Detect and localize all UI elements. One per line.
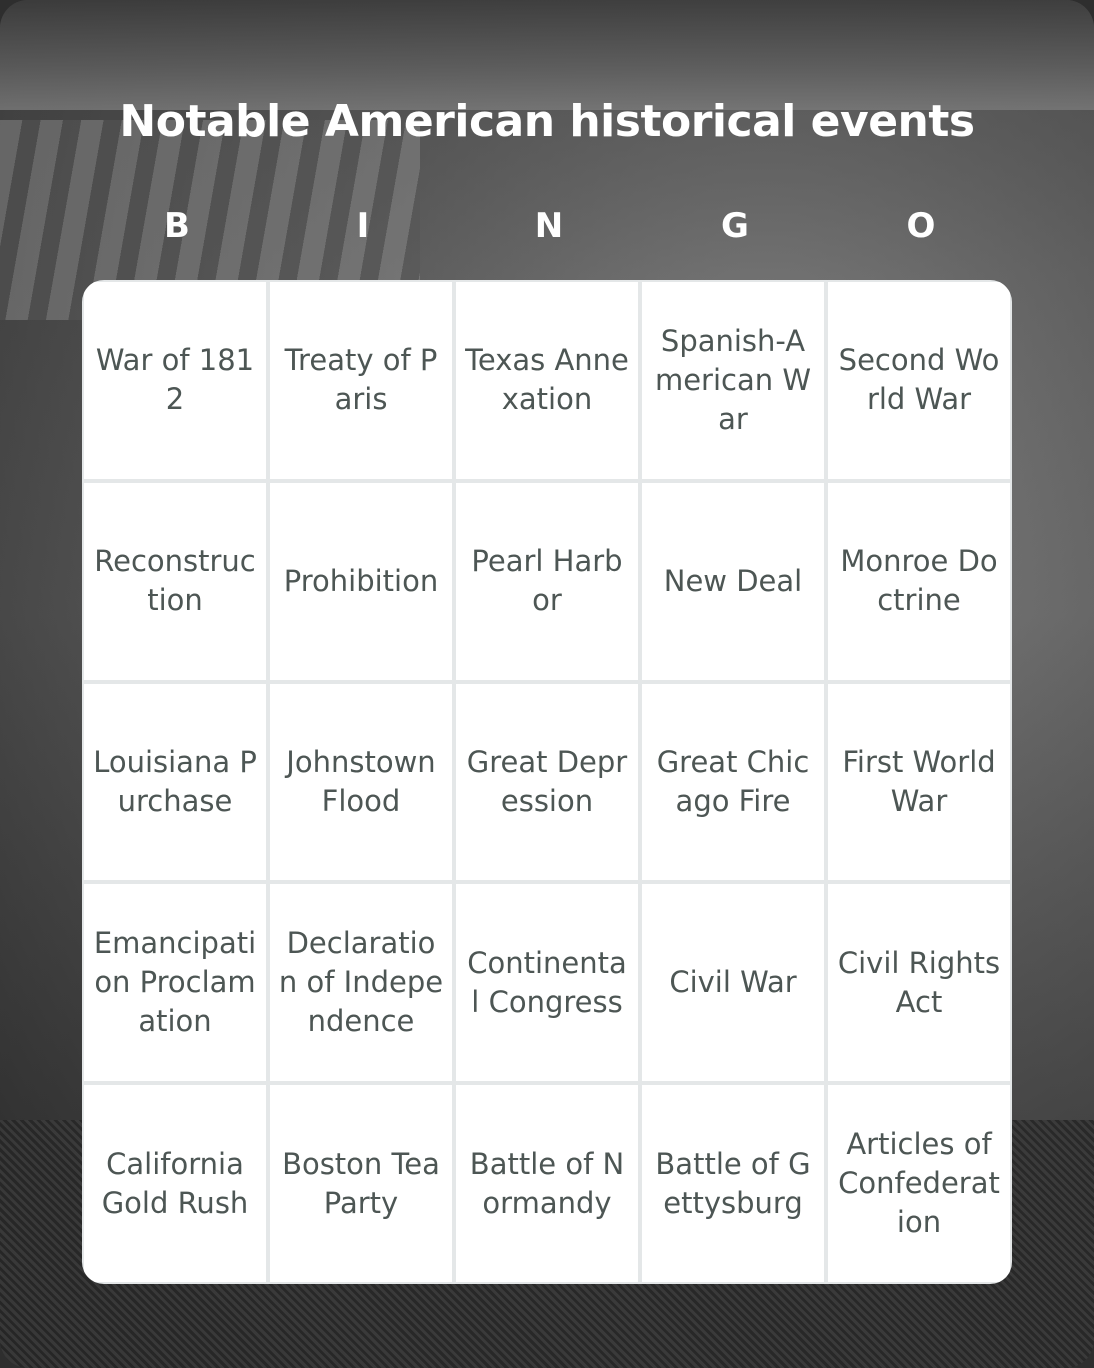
header-letter-g: G [721, 206, 749, 246]
bingo-card-page: Notable American historical events B I N… [0, 0, 1094, 1368]
bingo-cell[interactable]: Prohibition [270, 482, 452, 680]
bingo-cell[interactable]: Battle of Normandy [456, 1085, 638, 1282]
header-letter-i: I [356, 206, 370, 246]
page-title: Notable American historical events [119, 96, 975, 147]
bingo-cell[interactable]: Pearl Harbor [456, 482, 638, 680]
bingo-cell[interactable]: Treaty of Paris [270, 282, 452, 479]
bingo-cell[interactable]: Reconstruction [84, 482, 266, 680]
bingo-cell[interactable]: Monroe Doctrine [828, 482, 1010, 680]
bingo-cell[interactable]: Emancipation Proclamation [84, 884, 266, 1082]
bingo-header: B I N G O [84, 206, 1014, 246]
bingo-cell[interactable]: Second World War [828, 282, 1010, 479]
bingo-cell[interactable]: Civil War [642, 884, 824, 1082]
bingo-cell[interactable]: New Deal [642, 482, 824, 680]
header-letter-o: O [906, 206, 936, 246]
bingo-cell[interactable]: Battle of Gettysburg [642, 1085, 824, 1282]
bingo-cell[interactable]: Great Depression [456, 683, 638, 881]
bingo-cell[interactable]: Texas Annexation [456, 282, 638, 479]
bingo-cell[interactable]: Civil Rights Act [828, 884, 1010, 1082]
bingo-cell[interactable]: Louisiana Purchase [84, 683, 266, 881]
bingo-cell[interactable]: First World War [828, 683, 1010, 881]
bingo-cell[interactable]: Spanish-American War [642, 282, 824, 479]
bingo-grid: War of 1812 Treaty of Paris Texas Annexati… [82, 280, 1012, 1284]
bingo-cell[interactable]: Great Chicago Fire [642, 683, 824, 881]
bingo-cell[interactable]: California Gold Rush [84, 1085, 266, 1282]
bingo-cell[interactable]: Articles of Confederation [828, 1085, 1010, 1282]
bingo-cell[interactable]: Boston Tea Party [270, 1085, 452, 1282]
bingo-cell[interactable]: Continental Congress [456, 884, 638, 1082]
background-photo-hills [0, 0, 1094, 110]
header-letter-n: N [534, 206, 564, 246]
bingo-cell[interactable]: Johnstown Flood [270, 683, 452, 881]
bingo-cell[interactable]: War of 1812 [84, 282, 266, 479]
header-letter-b: B [164, 206, 190, 246]
bingo-cell[interactable]: Declaration of Independence [270, 884, 452, 1082]
